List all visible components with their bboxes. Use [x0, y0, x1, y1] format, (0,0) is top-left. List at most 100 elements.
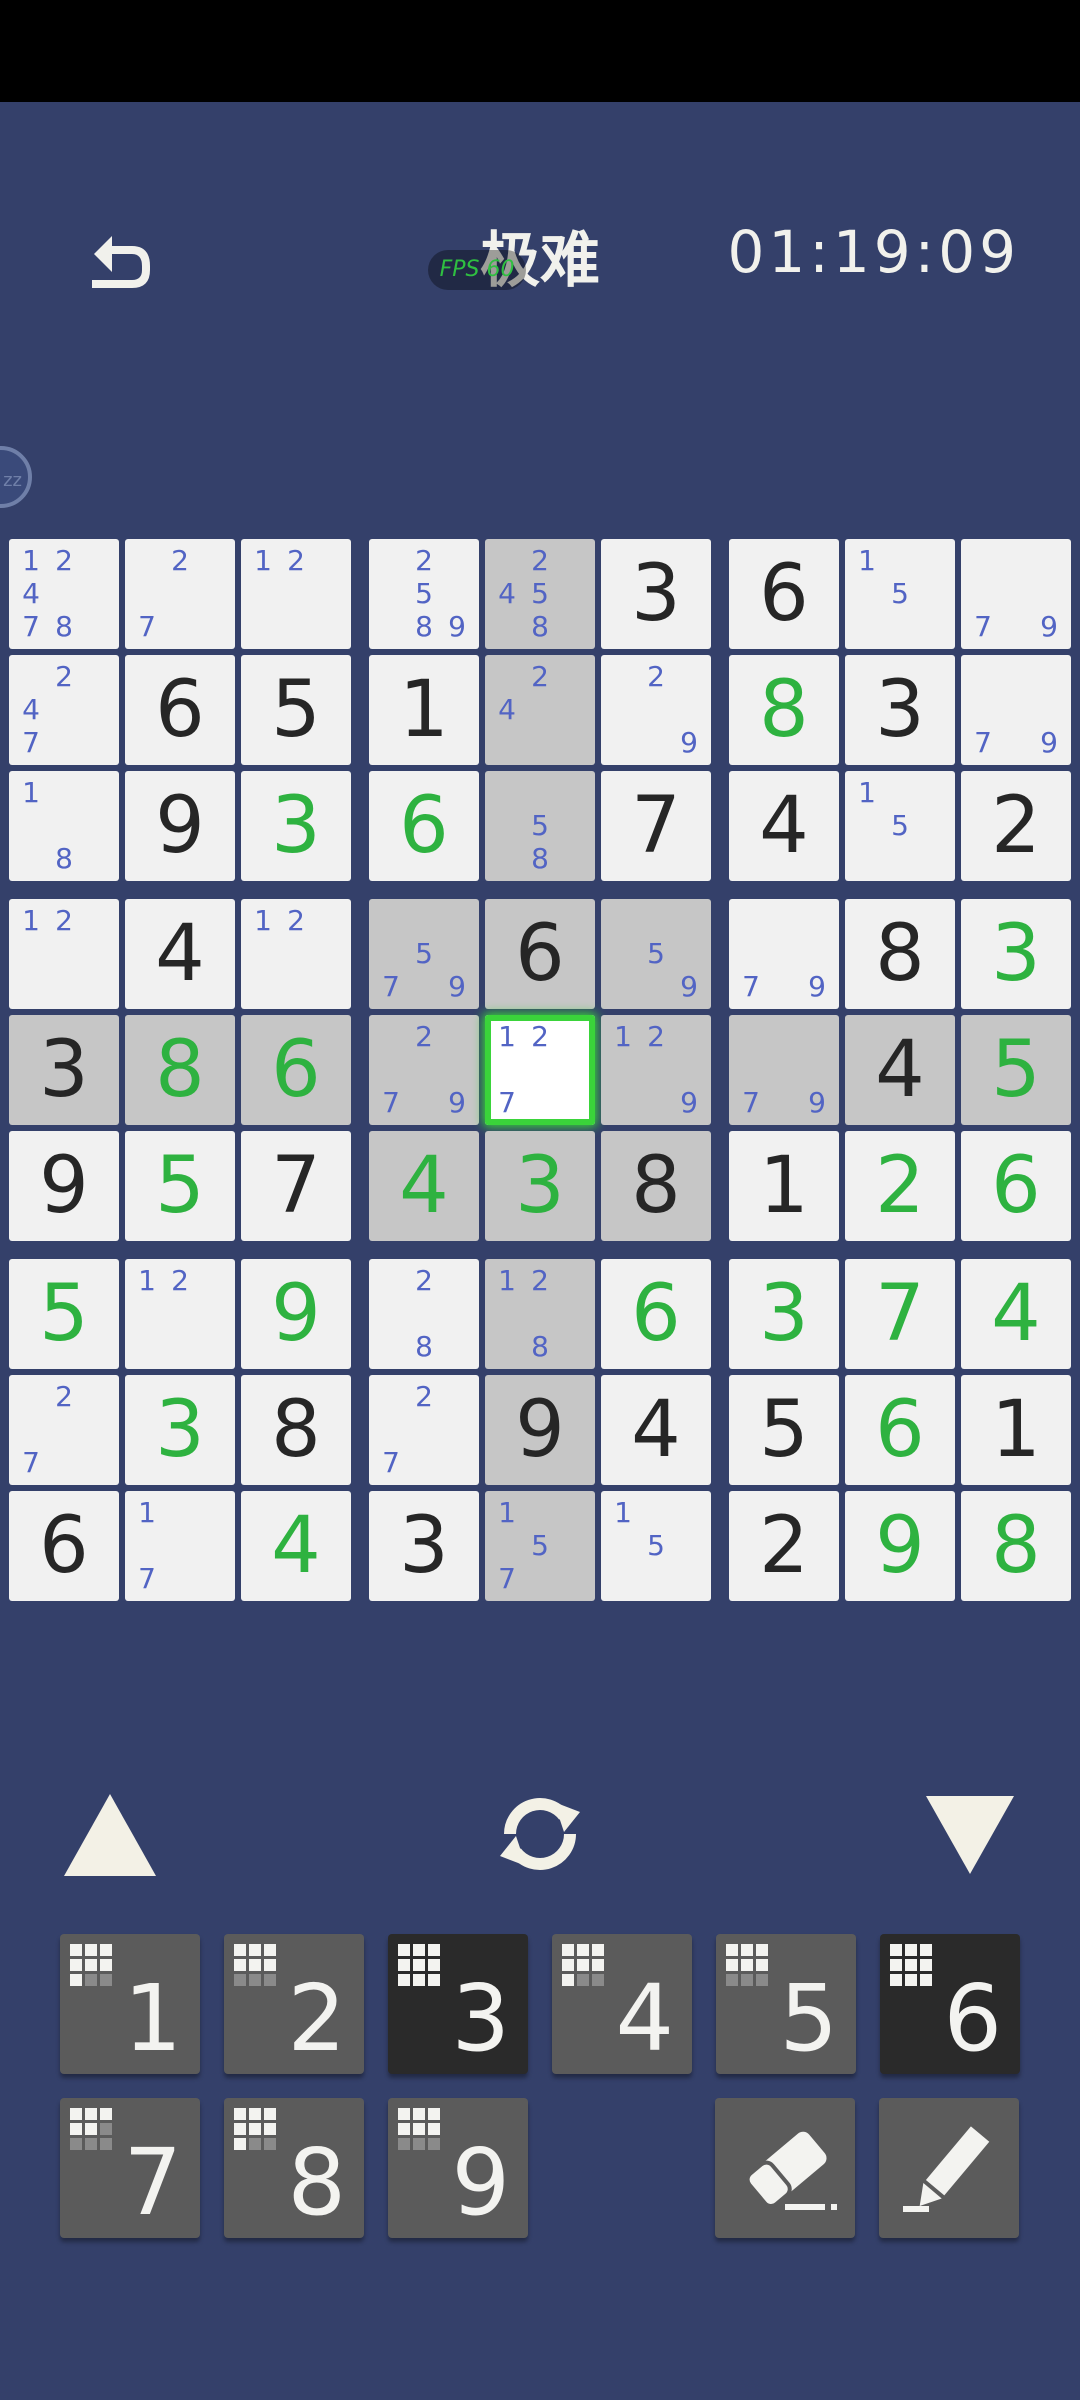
board-cell[interactable]: 8	[241, 1375, 351, 1485]
board-cell[interactable]: 12	[9, 899, 119, 1009]
number-key-2[interactable]: 2	[224, 1934, 364, 2074]
board-cell[interactable]: 3	[845, 655, 955, 765]
board-cell[interactable]: 9	[845, 1491, 955, 1601]
board-cell[interactable]: 6	[961, 1131, 1071, 1241]
board-cell[interactable]: 4	[125, 899, 235, 1009]
board-cell[interactable]: 6	[485, 899, 595, 1009]
board-cell[interactable]: 27	[9, 1375, 119, 1485]
number-key-label: 1	[123, 1965, 182, 2072]
board-cell[interactable]: 28	[369, 1259, 479, 1369]
board-cell[interactable]: 79	[961, 539, 1071, 649]
board-cell[interactable]: 12	[125, 1259, 235, 1369]
board-cell[interactable]: 127	[485, 1015, 595, 1125]
board-cell[interactable]: 2589	[369, 539, 479, 649]
board-cell[interactable]: 8	[961, 1491, 1071, 1601]
board-cell[interactable]: 4	[961, 1259, 1071, 1369]
board-cell[interactable]: 7	[601, 771, 711, 881]
board-cell[interactable]: 12	[241, 539, 351, 649]
board-cell[interactable]: 3	[369, 1491, 479, 1601]
board-cell[interactable]: 6	[845, 1375, 955, 1485]
board-cell[interactable]: 5	[961, 1015, 1071, 1125]
board-cell[interactable]: 9	[125, 771, 235, 881]
number-key-5[interactable]: 5	[716, 1934, 856, 2074]
board-cell[interactable]: 1	[961, 1375, 1071, 1485]
number-key-4[interactable]: 4	[552, 1934, 692, 2074]
board-cell[interactable]: 5	[125, 1131, 235, 1241]
board-cell[interactable]: 4	[369, 1131, 479, 1241]
board-cell[interactable]: 9	[485, 1375, 595, 1485]
board-cell[interactable]: 8	[729, 655, 839, 765]
board-cell[interactable]: 27	[369, 1375, 479, 1485]
number-key-8[interactable]: 8	[224, 2098, 364, 2238]
number-key-3[interactable]: 3	[388, 1934, 528, 2074]
board-cell[interactable]: 15	[601, 1491, 711, 1601]
floating-assistant-button[interactable]: zz	[0, 446, 32, 508]
board-cell[interactable]: 2458	[485, 539, 595, 649]
board-cell[interactable]: 57 9	[369, 899, 479, 1009]
board-cell[interactable]: 12	[241, 899, 351, 1009]
board-cell[interactable]: 3	[485, 1131, 595, 1241]
board-cell[interactable]: 1	[729, 1131, 839, 1241]
board-cell[interactable]: 3	[9, 1015, 119, 1125]
board-cell[interactable]: 9	[9, 1131, 119, 1241]
cell-given-value: 4	[155, 909, 205, 999]
board-cell[interactable]: 29	[601, 655, 711, 765]
board-cell[interactable]: 12478	[9, 539, 119, 649]
board-cell[interactable]: 2	[845, 1131, 955, 1241]
board-cell[interactable]: 6	[369, 771, 479, 881]
board-cell[interactable]: 79	[729, 1015, 839, 1125]
board-cell[interactable]: 7	[241, 1131, 351, 1241]
board-cell[interactable]: 6	[241, 1015, 351, 1125]
board-cell[interactable]: 6	[125, 655, 235, 765]
board-cell[interactable]: 157	[485, 1491, 595, 1601]
number-key-9[interactable]: 9	[388, 2098, 528, 2238]
board-cell[interactable]: 3	[125, 1375, 235, 1485]
triangle-up-icon[interactable]	[60, 1790, 160, 1880]
board-cell[interactable]: 58	[485, 771, 595, 881]
board-cell[interactable]: 4	[845, 1015, 955, 1125]
board-cell[interactable]: 4	[601, 1375, 711, 1485]
board-cell[interactable]: 6	[601, 1259, 711, 1369]
board-cell[interactable]: 5	[729, 1375, 839, 1485]
number-key-6[interactable]: 6	[880, 1934, 1020, 2074]
board-cell[interactable]: 24	[485, 655, 595, 765]
board-cell[interactable]: 2	[961, 771, 1071, 881]
board-cell[interactable]: 12 8	[485, 1259, 595, 1369]
pencil-button[interactable]	[879, 2098, 1019, 2238]
board-cell[interactable]: 15	[845, 539, 955, 649]
board-cell[interactable]: 15	[845, 771, 955, 881]
triangle-down-icon[interactable]	[922, 1792, 1018, 1878]
board-cell[interactable]: 4	[729, 771, 839, 881]
board-cell[interactable]: 9	[241, 1259, 351, 1369]
board-cell[interactable]: 27 9	[369, 1015, 479, 1125]
cell-note: 8	[415, 1330, 433, 1363]
board-cell[interactable]: 247	[9, 655, 119, 765]
board-cell[interactable]: 3	[961, 899, 1071, 1009]
board-cell[interactable]: 129	[601, 1015, 711, 1125]
refresh-icon[interactable]	[488, 1782, 592, 1886]
board-cell[interactable]: 59	[601, 899, 711, 1009]
board-cell[interactable]: 6	[729, 539, 839, 649]
board-cell[interactable]: 3	[601, 539, 711, 649]
board-cell[interactable]: 8	[125, 1015, 235, 1125]
board-cell[interactable]: 18	[9, 771, 119, 881]
board-cell[interactable]: 2	[729, 1491, 839, 1601]
board-cell[interactable]: 79	[729, 899, 839, 1009]
board-cell[interactable]: 17	[125, 1491, 235, 1601]
board-cell[interactable]: 3	[729, 1259, 839, 1369]
board-cell[interactable]: 79	[961, 655, 1071, 765]
board-cell[interactable]: 5	[241, 655, 351, 765]
board-cell[interactable]: 8	[845, 899, 955, 1009]
board-cell[interactable]: 3	[241, 771, 351, 881]
board-cell[interactable]: 5	[9, 1259, 119, 1369]
board-cell[interactable]: 7	[845, 1259, 955, 1369]
number-key-7[interactable]: 7	[60, 2098, 200, 2238]
number-key-1[interactable]: 1	[60, 1934, 200, 2074]
board-cell[interactable]: 4	[241, 1491, 351, 1601]
eraser-button[interactable]	[715, 2098, 855, 2238]
board-cell[interactable]: 1	[369, 655, 479, 765]
board-cell[interactable]: 8	[601, 1131, 711, 1241]
cell-note: 8	[55, 842, 73, 875]
board-cell[interactable]: 27	[125, 539, 235, 649]
board-cell[interactable]: 6	[9, 1491, 119, 1601]
